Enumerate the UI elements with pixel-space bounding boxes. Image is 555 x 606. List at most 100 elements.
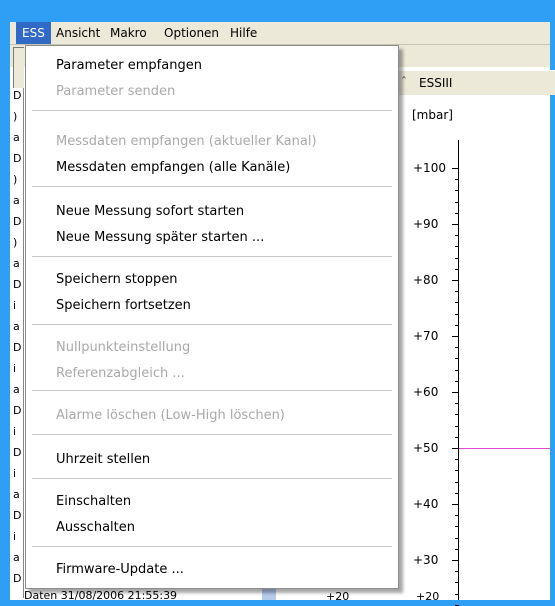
chart-minor-tick [455, 257, 459, 259]
chart-minor-tick [455, 481, 459, 483]
menu-item-messung-sofort-starten[interactable]: Neue Messung sofort starten [56, 202, 244, 222]
chart-minor-tick [455, 492, 459, 494]
menu-separator [32, 324, 392, 325]
menu-makro[interactable]: Makro [104, 22, 153, 44]
menu-item-ausschalten[interactable]: Ausschalten [56, 518, 135, 538]
chart-major-tick [452, 224, 459, 225]
menu-item-einschalten[interactable]: Einschalten [56, 492, 131, 512]
chart-minor-tick [455, 358, 459, 360]
chart-minor-tick [455, 347, 459, 349]
channel-list-item[interactable]: a [13, 552, 20, 564]
menu-item-speichern-stoppen[interactable]: Speichern stoppen [56, 270, 178, 290]
channel-list-item[interactable]: D [13, 573, 21, 585]
channel-list-item[interactable]: D [13, 153, 21, 165]
channel-list-panel[interactable]: D) a D) a D) a Di a Di a Di Di a Di a D [11, 88, 24, 598]
channel-list-item[interactable]: D [13, 510, 21, 522]
chart-minor-tick [455, 470, 459, 472]
menu-item-messdaten-aktueller-kanal[interactable]: Messdaten empfangen (aktueller Kanal) [56, 132, 317, 152]
channel-list-item[interactable]: ) [13, 237, 17, 249]
chart-minor-tick [455, 425, 459, 427]
chart-tick-label: +40 [413, 497, 439, 511]
menu-optionen[interactable]: Optionen [158, 22, 225, 44]
chart-minor-tick [455, 403, 459, 405]
chart-tick-label: +80 [413, 273, 439, 287]
chart-minor-tick [455, 571, 459, 573]
chart-minor-tick [455, 212, 459, 214]
channel-list-item[interactable]: i [13, 531, 16, 543]
chart-tick-label: +60 [413, 385, 439, 399]
tab-essiii[interactable]: ˆ ESSIII [398, 70, 555, 95]
chart-tick-label: +30 [413, 553, 439, 567]
channel-list-item[interactable]: i [13, 468, 16, 480]
menu-separator [32, 110, 392, 111]
channel-list-item[interactable]: D [13, 216, 21, 228]
menu-item-uhrzeit-stellen[interactable]: Uhrzeit stellen [56, 450, 150, 470]
chart-minor-tick [455, 302, 459, 304]
channel-list-item[interactable]: a [13, 321, 20, 333]
chart-minor-tick [455, 235, 459, 237]
window-frame-left [0, 0, 10, 606]
chart-minor-tick [455, 246, 459, 248]
chart-major-tick [452, 168, 459, 169]
channel-list-item[interactable]: D [13, 405, 21, 417]
tab-close-icon[interactable]: ˆ [401, 75, 407, 89]
chart-minor-tick [455, 582, 459, 584]
chart-minor-tick [455, 313, 459, 315]
chart-minor-tick [455, 548, 459, 550]
chart-minor-tick [455, 593, 459, 595]
menu-item-firmware-update[interactable]: Firmware-Update ... [56, 560, 184, 580]
chart-minor-tick [455, 414, 459, 416]
chart-minor-tick [455, 268, 459, 270]
menu-item-referenzabgleich[interactable]: Referenzabgleich ... [56, 364, 185, 384]
chart-major-tick [452, 560, 459, 561]
channel-list-item[interactable]: D [13, 279, 21, 291]
chart-major-tick [452, 280, 459, 281]
chart-minor-tick [455, 324, 459, 326]
chart-minor-tick [455, 459, 459, 461]
chart-major-tick [452, 392, 459, 393]
chart-minor-tick [455, 515, 459, 517]
channel-list-item[interactable]: D [13, 90, 21, 102]
channel-list-item[interactable]: a [13, 258, 20, 270]
channel-list-item[interactable]: i [13, 363, 16, 375]
channel-list-item[interactable]: i [13, 300, 16, 312]
channel-list-item[interactable]: a [13, 489, 20, 501]
channel-list-item[interactable]: a [13, 132, 20, 144]
channel-list-item[interactable]: a [13, 195, 20, 207]
menu-separator [32, 390, 392, 391]
menu-item-parameter-empfangen[interactable]: Parameter empfangen [56, 56, 202, 76]
channel-list-item[interactable]: ) [13, 174, 17, 186]
menu-item-messdaten-alle-kanaele[interactable]: Messdaten empfangen (alle Kanäle) [56, 158, 290, 178]
menu-separator [32, 478, 392, 479]
chart-tick-label: +100 [413, 161, 446, 175]
menu-ess[interactable]: ESS [16, 22, 51, 44]
chart-tick-label: +50 [413, 441, 439, 455]
menu-item-parameter-senden[interactable]: Parameter senden [56, 82, 175, 102]
chart-series-line [459, 448, 550, 449]
chart-minor-tick [455, 201, 459, 203]
chart-tick-label: +90 [413, 217, 439, 231]
channel-list-item[interactable]: D [13, 342, 21, 354]
toolbar-button[interactable] [13, 47, 24, 89]
chart-y-unit: [mbar] [412, 108, 453, 122]
chart-minor-tick [455, 526, 459, 528]
status-text: Daten 31/08/2006 21:55:39 [24, 590, 178, 602]
chart-tick-label: +70 [413, 329, 439, 343]
menu-item-messung-spaeter-starten[interactable]: Neue Messung später starten ... [56, 228, 264, 248]
scrollbar-thumb[interactable] [262, 589, 276, 600]
channel-list-item[interactable]: i [13, 426, 16, 438]
channel-list-item[interactable]: ) [13, 111, 17, 123]
chart-minor-tick [455, 537, 459, 539]
chart-major-tick [452, 336, 459, 337]
channel-list-item[interactable]: D [13, 447, 21, 459]
chart-bottom-label-left: +20 [326, 590, 350, 603]
chart-minor-tick [455, 190, 459, 192]
menu-item-speichern-fortsetzen[interactable]: Speichern fortsetzen [56, 296, 191, 316]
menu-separator [32, 256, 392, 257]
menu-item-nullpunkteinstellung[interactable]: Nullpunkteinstellung [56, 338, 190, 358]
channel-list-item[interactable]: a [13, 384, 20, 396]
menu-ansicht[interactable]: Ansicht [50, 22, 106, 44]
menu-hilfe[interactable]: Hilfe [224, 22, 263, 44]
menu-separator [32, 434, 392, 435]
menu-item-alarme-loeschen[interactable]: Alarme löschen (Low-High löschen) [56, 406, 285, 426]
